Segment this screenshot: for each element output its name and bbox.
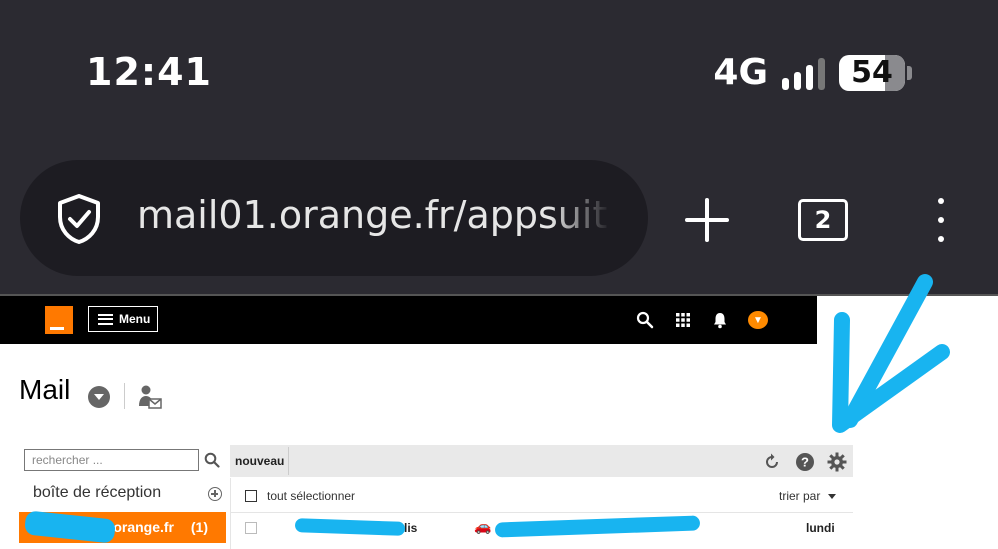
row-date: lundi (806, 521, 835, 535)
user-mail-icon[interactable] (137, 384, 163, 412)
caret-down-icon[interactable] (828, 494, 836, 499)
search-input[interactable]: rechercher ... (24, 449, 199, 471)
page-title: Mail (19, 374, 71, 405)
settings-gear-icon[interactable] (827, 452, 847, 472)
avatar-pumpkin-icon[interactable]: ▼ (748, 311, 768, 329)
network-label: 4G (713, 52, 768, 93)
tabs-button[interactable]: 2 (798, 199, 848, 241)
add-folder-icon[interactable] (208, 487, 222, 501)
status-time: 12:41 (86, 50, 212, 94)
battery-tip (907, 65, 912, 80)
kebab-menu-icon[interactable] (934, 198, 948, 242)
row-sender: lis (404, 521, 418, 535)
battery-icon: 54 (839, 54, 905, 91)
select-all-label[interactable]: tout sélectionner (267, 489, 355, 503)
help-icon[interactable]: ? (795, 452, 815, 472)
select-all-checkbox[interactable] (245, 490, 257, 502)
toolbar-divider (288, 447, 289, 475)
menu-button[interactable]: Menu (88, 306, 158, 332)
folder-inbox[interactable]: boîte de réception (33, 484, 161, 502)
chevron-down-icon[interactable] (88, 386, 110, 408)
bell-icon[interactable] (711, 311, 729, 329)
orange-logo[interactable] (45, 306, 73, 334)
row-checkbox[interactable] (245, 522, 257, 534)
search-icon[interactable] (636, 311, 654, 329)
menu-label: Menu (119, 312, 151, 326)
hamburger-icon (98, 313, 113, 325)
svg-text:?: ? (801, 455, 809, 470)
url-bar[interactable]: mail01.orange.fr/appsuit (20, 160, 648, 276)
mail-toolbar (230, 445, 853, 477)
status-indicators: 4G 54 (713, 52, 912, 93)
url-fade (550, 180, 610, 256)
sidebar-search-icon[interactable] (204, 452, 220, 468)
title-divider (124, 383, 125, 409)
annotation-arrow-icon (832, 274, 950, 433)
new-mail-button[interactable]: nouveau (235, 454, 284, 468)
new-tab-button[interactable] (682, 196, 732, 246)
account-count: (1) (190, 519, 208, 535)
sort-button[interactable]: trier par (779, 489, 820, 503)
signal-icon (782, 56, 825, 90)
shield-check-icon (58, 194, 100, 244)
battery-level: 54 (851, 55, 893, 90)
refresh-icon[interactable] (762, 452, 782, 472)
apps-grid-icon[interactable] (674, 311, 692, 329)
account-label: orange.fr (113, 519, 174, 535)
car-emoji-icon: 🚗 (474, 518, 492, 534)
